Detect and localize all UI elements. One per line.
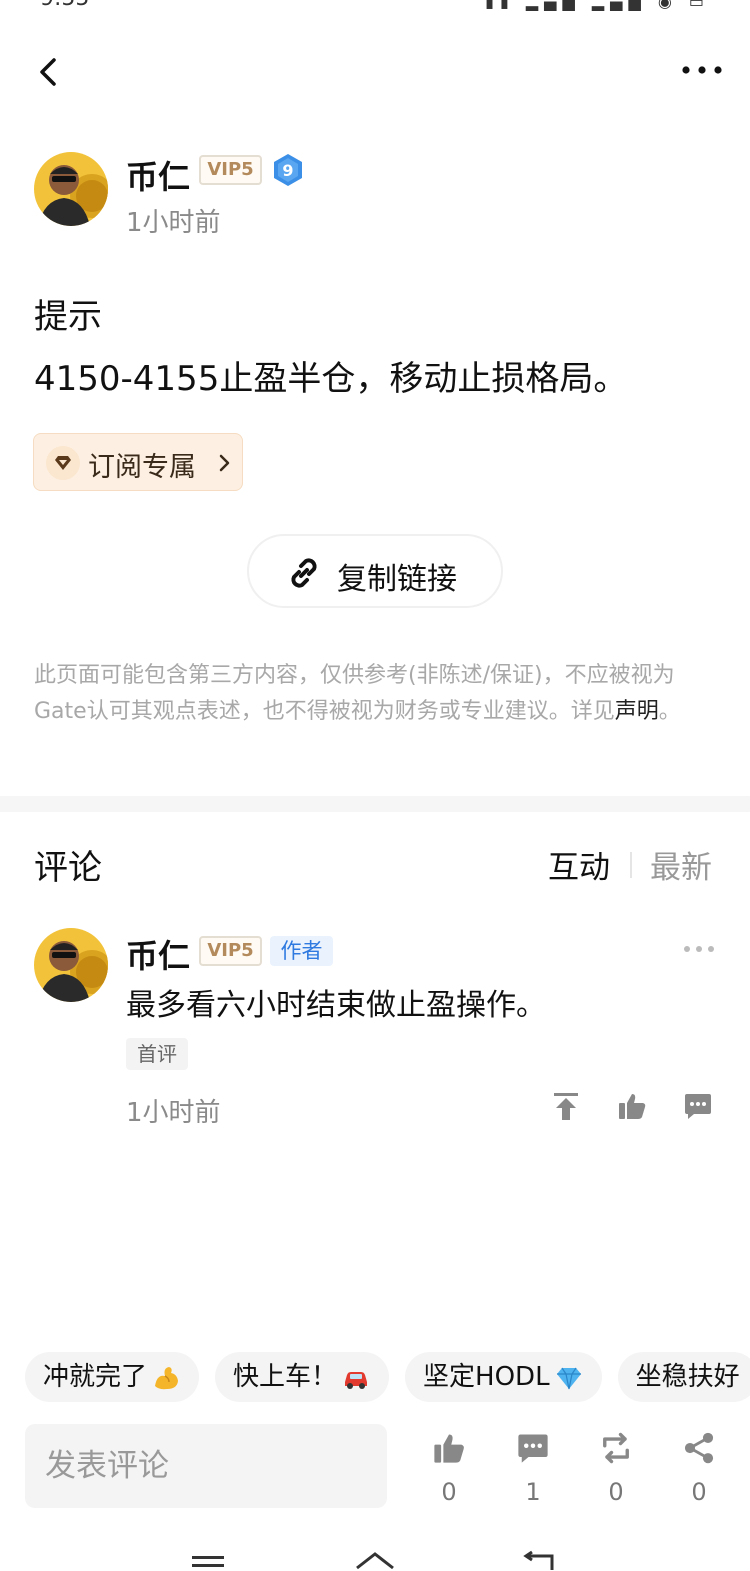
repost-count: 0 (608, 1478, 624, 1506)
comments-header: 评论 互动 最新 (0, 840, 750, 890)
quick-reply-chip[interactable]: 快上车！ (215, 1352, 390, 1402)
comment-count: 1 (525, 1478, 541, 1506)
comment-time: 1小时前 (126, 1098, 221, 1128)
like-button[interactable]: 0 (424, 1430, 474, 1510)
disclaimer-end: 。 (658, 699, 681, 724)
status-bar: 9:55 ▮▮ ▂▄▆ ▂▄▆ ◉ ▭ (0, 0, 750, 12)
thumbs-up-icon (434, 1434, 464, 1463)
status-time: 9:55 (40, 0, 89, 11)
sort-interaction-tab[interactable]: 互动 (548, 842, 610, 887)
quick-reply-chip[interactable]: 坚定HODL (405, 1352, 602, 1402)
car-emoji (345, 1371, 368, 1389)
copy-link-button[interactable]: 复制链接 (247, 534, 503, 608)
comment-icon (518, 1434, 548, 1463)
comment-author-name[interactable]: 币仁 (126, 931, 190, 977)
author-name[interactable]: 币仁 (126, 152, 190, 198)
gem-emoji (556, 1367, 581, 1389)
quick-reply-label: 快上车！ (233, 1362, 338, 1392)
avatar[interactable] (34, 152, 108, 226)
post-content: 提示 4150-4155止盈半仓，移动止损格局。 (34, 286, 724, 410)
comments-title: 评论 (34, 848, 102, 888)
share-button[interactable]: 0 (674, 1430, 724, 1510)
vip-badge: VIP5 (199, 155, 262, 185)
share-count: 0 (691, 1478, 707, 1506)
quick-reply-label: 冲就完了 (43, 1362, 148, 1392)
flexed-biceps-emoji (155, 1366, 179, 1389)
top-bar (0, 40, 750, 104)
back-nav-icon[interactable] (522, 1550, 558, 1570)
disclaimer-link[interactable]: 声明 (615, 699, 659, 724)
system-icons: ▮▮ ▂▄▆ ▂▄▆ ◉ ▭ (485, 0, 710, 11)
link-icon (291, 558, 317, 588)
menu-icon[interactable] (190, 1550, 226, 1570)
author-tag: 作者 (270, 936, 333, 966)
back-button[interactable] (30, 52, 70, 92)
diamond-icon (46, 446, 80, 480)
chevron-left-icon (40, 58, 56, 86)
quick-reply-chip[interactable]: 冲就完了 (25, 1352, 200, 1402)
disclaimer: 此页面可能包含第三方内容，仅供参考(非陈述/保证)，不应被视为Gate认可其观点… (34, 658, 720, 730)
post-line: 提示 (34, 297, 102, 337)
system-nav-bar (0, 1546, 750, 1571)
share-icon (684, 1432, 714, 1464)
vip-badge: VIP5 (199, 936, 262, 966)
more-options-button[interactable] (680, 52, 724, 92)
disclaimer-text: 此页面可能包含第三方内容，仅供参考(非陈述/保证)，不应被视为Gate认可其观点… (34, 663, 675, 724)
comment-more-icon[interactable] (682, 942, 716, 956)
sort-latest-tab[interactable]: 最新 (650, 842, 712, 887)
comment-text: 最多看六小时结束做止盈操作。 (126, 988, 546, 1023)
comment-input[interactable] (25, 1424, 387, 1508)
post-time: 1小时前 (126, 208, 221, 238)
avatar[interactable] (34, 928, 108, 1002)
repost-button[interactable]: 0 (591, 1430, 641, 1510)
section-divider (0, 796, 750, 812)
pin-top-icon[interactable] (550, 1090, 582, 1122)
subscribe-exclusive-button[interactable]: 订阅专属 (33, 433, 243, 491)
quick-reply-label: 坚定HODL (423, 1362, 550, 1392)
copy-link-label: 复制链接 (337, 562, 457, 597)
repost-icon (603, 1432, 629, 1464)
quick-reply-bar: 冲就完了 快上车！ 坚定HODL 坐稳扶好 (25, 1352, 750, 1406)
comment-reply-icon[interactable] (682, 1090, 714, 1122)
home-icon[interactable] (354, 1550, 396, 1570)
like-count: 0 (441, 1478, 457, 1506)
post-author: 币仁 VIP5 9 1小时前 (34, 152, 724, 238)
bottom-action-bar: 0 1 0 0 (0, 1424, 750, 1514)
quick-reply-chip[interactable]: 坐稳扶好 (617, 1352, 750, 1402)
level-number: 9 (282, 161, 293, 180)
chevron-right-icon (219, 454, 230, 472)
comment-item: 币仁 VIP5 作者 最多看六小时结束做止盈操作。 首评 1小时前 (34, 928, 724, 1128)
subscribe-label: 订阅专属 (88, 452, 196, 483)
comment-button[interactable]: 1 (508, 1430, 558, 1510)
quick-reply-label: 坐稳扶好 (635, 1362, 740, 1392)
post-line: 4150-4155止盈半仓，移动止损格局。 (34, 359, 628, 399)
more-dots-icon (682, 66, 722, 74)
thumbs-up-icon[interactable] (616, 1090, 648, 1122)
level-badge-icon: 9 (274, 154, 302, 186)
sort-divider (630, 852, 632, 878)
first-comment-tag: 首评 (126, 1038, 188, 1070)
